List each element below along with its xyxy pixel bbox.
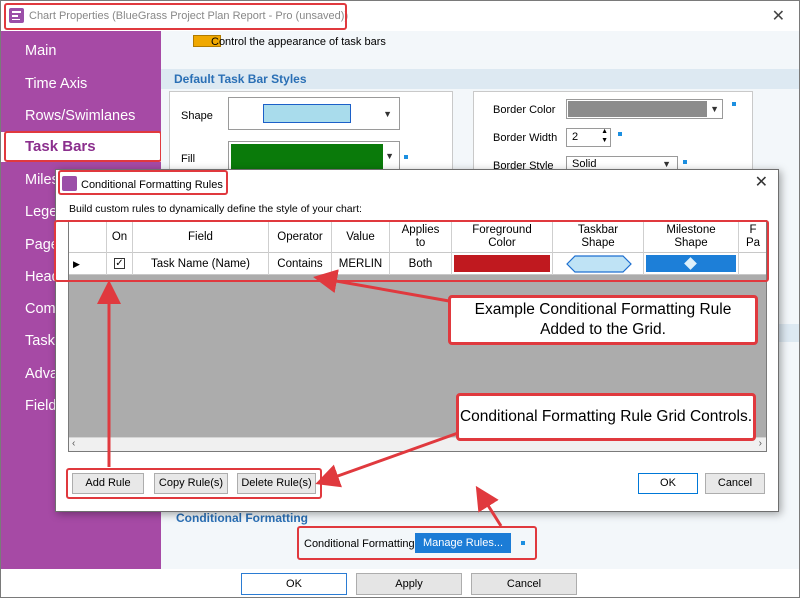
grid-rule-callout: Example Conditional Formatting Rule Adde… <box>448 295 758 345</box>
grid-controls-callout: Conditional Formatting Rule Grid Control… <box>456 393 756 441</box>
chart-properties-window: Chart Properties (BlueGrass Project Plan… <box>0 0 800 598</box>
